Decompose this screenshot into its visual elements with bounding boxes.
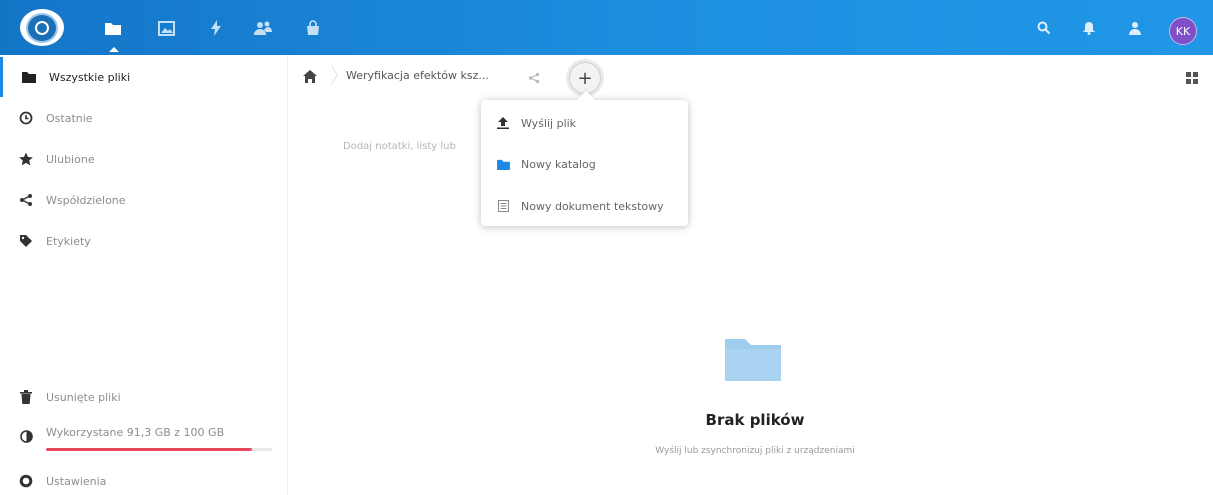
quota-label: Wykorzystane 91,3 GB z 100 GB bbox=[46, 426, 225, 439]
rich-workspace-hint[interactable]: Dodaj notatki, listy lub bbox=[343, 141, 480, 152]
menu-item-label: Nowy dokument tekstowy bbox=[521, 199, 664, 213]
clock-icon bbox=[18, 110, 34, 126]
star-icon bbox=[18, 151, 34, 167]
new-item-button[interactable]: + bbox=[569, 62, 601, 94]
notifications-icon[interactable] bbox=[1080, 19, 1098, 37]
empty-state-subtitle: Wyślij lub zsynchronizuj pliki z urządze… bbox=[655, 446, 855, 456]
new-item-menu: Wyślij plik Nowy katalog Nowy dokument t… bbox=[481, 100, 688, 226]
sidebar-item-shared[interactable]: Współdzielone bbox=[0, 180, 287, 220]
quota-progress-fill bbox=[46, 448, 253, 451]
logo[interactable] bbox=[20, 9, 64, 46]
pie-chart-icon bbox=[18, 428, 34, 444]
sidebar-item-label: Ustawienia bbox=[46, 474, 107, 488]
sidebar-item-deleted-files[interactable]: Usunięte pliki bbox=[0, 377, 287, 417]
sidebar-item-all-files[interactable]: Wszystkie pliki bbox=[0, 57, 287, 97]
empty-state-title: Brak plików bbox=[705, 411, 805, 429]
menu-item-new-folder[interactable]: Nowy katalog bbox=[481, 144, 688, 184]
sidebar-item-settings[interactable]: Ustawienia bbox=[0, 461, 287, 495]
sidebar-item-favorites[interactable]: Ulubione bbox=[0, 139, 287, 179]
avatar[interactable]: KK bbox=[1169, 17, 1197, 45]
sidebar-item-label: Ostatnie bbox=[46, 111, 93, 125]
sidebar-item-tags[interactable]: Etykiety bbox=[0, 221, 287, 261]
sidebar-item-label: Współdzielone bbox=[46, 193, 126, 207]
menu-item-new-text-document[interactable]: Nowy dokument tekstowy bbox=[481, 186, 688, 226]
breadcrumb-separator bbox=[329, 64, 339, 86]
trash-icon bbox=[18, 389, 34, 405]
lightning-icon[interactable] bbox=[205, 17, 227, 39]
breadcrumb-current-folder[interactable]: Weryfikacja efektów ksz... bbox=[346, 69, 489, 82]
menu-item-upload-file[interactable]: Wyślij plik bbox=[481, 103, 688, 143]
folder-icon bbox=[21, 69, 37, 85]
quota-progress-bar bbox=[46, 448, 272, 451]
folder-icon[interactable] bbox=[102, 17, 124, 52]
share-icon[interactable] bbox=[528, 69, 540, 88]
image-icon[interactable] bbox=[155, 17, 177, 39]
tag-icon bbox=[18, 233, 34, 249]
sidebar-item-label: Etykiety bbox=[46, 234, 91, 248]
contacts-menu-icon[interactable] bbox=[1126, 19, 1144, 37]
upload-icon bbox=[495, 115, 511, 131]
sidebar: Wszystkie pliki Ostatnie Ulubione Współd… bbox=[0, 55, 288, 495]
grid-view-icon[interactable] bbox=[1186, 69, 1198, 88]
empty-folder-icon bbox=[725, 335, 781, 385]
menu-item-label: Nowy katalog bbox=[521, 157, 596, 171]
sidebar-item-label: Ulubione bbox=[46, 152, 95, 166]
search-icon[interactable] bbox=[1035, 19, 1053, 37]
contacts-icon[interactable] bbox=[252, 17, 274, 39]
sidebar-item-label: Usunięte pliki bbox=[46, 390, 121, 404]
text-document-icon bbox=[495, 198, 511, 214]
sidebar-item-label: Wszystkie pliki bbox=[49, 70, 131, 84]
home-icon[interactable] bbox=[303, 68, 317, 87]
folder-icon bbox=[495, 156, 511, 172]
gear-icon bbox=[18, 473, 34, 489]
menu-item-label: Wyślij plik bbox=[521, 116, 577, 130]
share-icon bbox=[18, 192, 34, 208]
sidebar-item-recent[interactable]: Ostatnie bbox=[0, 98, 287, 138]
top-header: KK bbox=[0, 0, 1213, 55]
shopping-bag-icon[interactable] bbox=[302, 17, 324, 39]
